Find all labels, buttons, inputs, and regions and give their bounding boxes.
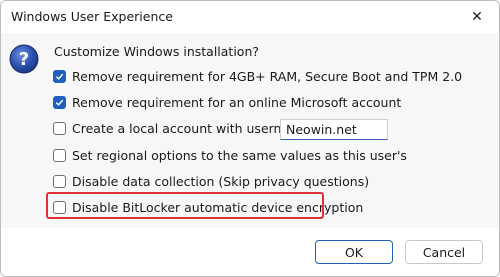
option-create-local-account[interactable]: Create a local account with username:	[53, 119, 313, 137]
checkbox-regional-options[interactable]	[53, 148, 66, 162]
svg-text:?: ?	[19, 49, 29, 70]
dialog-footer: OK Cancel	[1, 228, 499, 276]
close-icon: ✕	[471, 9, 483, 25]
option-label: Set regional options to the same values …	[72, 147, 407, 163]
username-input[interactable]: Neowin.net	[280, 119, 388, 140]
highlight-box	[46, 192, 324, 219]
option-regional-options[interactable]: Set regional options to the same values …	[53, 146, 407, 164]
option-label: Remove requirement for 4GB+ RAM, Secure …	[72, 68, 463, 84]
option-label: Remove requirement for an online Microso…	[72, 94, 402, 110]
option-label: Create a local account with username:	[72, 120, 314, 136]
option-disable-data-collection[interactable]: Disable data collection (Skip privacy qu…	[53, 172, 369, 190]
dialog-heading: Customize Windows installation?	[54, 44, 260, 59]
cancel-button[interactable]: Cancel	[405, 240, 483, 264]
option-label: Disable data collection (Skip privacy qu…	[72, 173, 370, 189]
dialog-window: Windows User Experience ✕ ? Customize Wi…	[0, 0, 500, 277]
ok-button[interactable]: OK	[315, 240, 393, 264]
checkbox-create-local-account[interactable]	[53, 121, 66, 135]
option-remove-hardware-requirements[interactable]: Remove requirement for 4GB+ RAM, Secure …	[53, 67, 462, 85]
checkbox-disable-data-collection[interactable]	[53, 174, 66, 188]
window-title: Windows User Experience	[11, 9, 173, 24]
title-bar: Windows User Experience ✕	[1, 1, 499, 33]
option-remove-online-account[interactable]: Remove requirement for an online Microso…	[53, 93, 401, 111]
checkbox-remove-hardware-requirements[interactable]	[53, 69, 66, 83]
checkbox-remove-online-account[interactable]	[53, 95, 66, 109]
close-button[interactable]: ✕	[455, 1, 499, 33]
question-icon: ?	[9, 44, 39, 74]
